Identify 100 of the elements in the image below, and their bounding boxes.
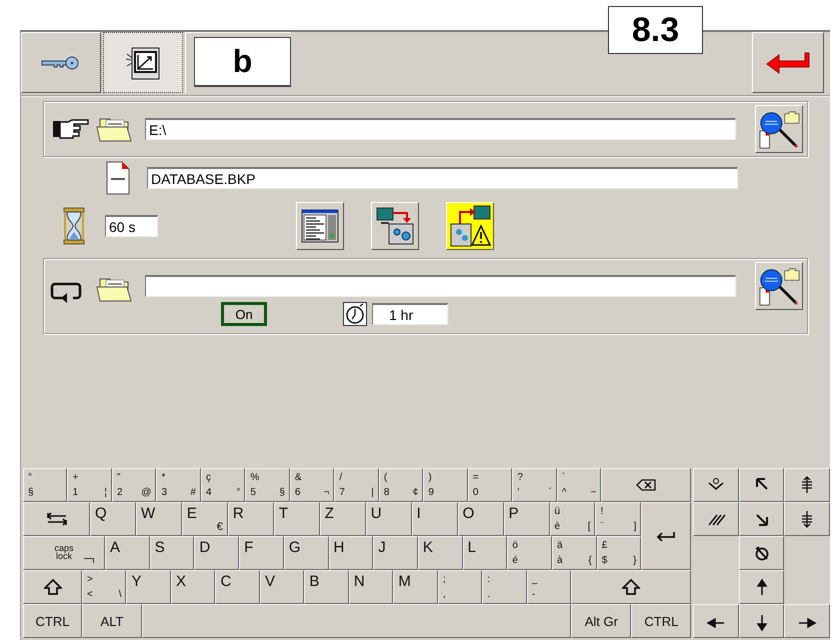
alt-key[interactable]: ALT	[82, 604, 142, 638]
screen-tab[interactable]	[103, 32, 183, 93]
loop-arrow-icon	[50, 281, 82, 303]
enter-icon	[656, 531, 676, 541]
tab[interactable]: b	[185, 32, 291, 93]
key[interactable]: L	[462, 536, 508, 570]
slashes-key[interactable]	[693, 502, 739, 536]
listing-button[interactable]	[296, 202, 344, 250]
key[interactable]: H	[328, 536, 374, 570]
home-key[interactable]	[738, 468, 784, 502]
down-key[interactable]	[738, 604, 784, 638]
ctrl-key[interactable]: CTRL	[631, 604, 692, 638]
key[interactable]: T	[274, 502, 320, 536]
key-tab[interactable]	[21, 32, 101, 93]
tab-key[interactable]	[23, 502, 90, 536]
key[interactable]: ; ,	[438, 570, 482, 604]
up-key[interactable]	[738, 570, 784, 604]
key[interactable]: % 5 §	[245, 468, 290, 502]
key[interactable]: ç 4 °	[200, 468, 246, 502]
controller-to-pc-warning-icon	[448, 204, 492, 248]
version-badge: 8.3	[608, 6, 703, 54]
enter-key[interactable]	[641, 502, 692, 570]
pointing-hand-icon	[52, 118, 90, 140]
key[interactable]: ! ¨ ]	[595, 502, 642, 536]
key[interactable]: N	[348, 570, 394, 604]
compose-key[interactable]	[693, 468, 739, 502]
key[interactable]: £ $ }	[596, 536, 642, 570]
browse-button[interactable]	[755, 105, 803, 153]
key[interactable]: * 3 #	[156, 468, 201, 502]
ctrl-key[interactable]: CTRL	[23, 604, 82, 638]
key[interactable]: ° §	[23, 468, 68, 502]
key[interactable]: Y	[126, 570, 171, 604]
return-arrow-icon	[765, 50, 811, 74]
space-bar[interactable]	[142, 604, 572, 638]
key[interactable]: R	[228, 502, 274, 536]
key[interactable]: F	[239, 536, 284, 570]
document-icon	[106, 161, 130, 195]
key[interactable]: ü è [	[550, 502, 596, 536]
key[interactable]: K	[418, 536, 463, 570]
right-key[interactable]	[784, 604, 830, 638]
key[interactable]: ä à {	[552, 536, 597, 570]
caps-indicator-icon	[84, 558, 94, 563]
timeout-field[interactable]: 60 s	[105, 215, 158, 237]
left-key[interactable]	[693, 604, 739, 638]
key[interactable]: X	[170, 570, 216, 604]
page-up-key[interactable]	[784, 468, 830, 502]
key[interactable]: = 0	[468, 468, 512, 502]
end-key[interactable]	[738, 502, 784, 536]
backspace-key[interactable]	[601, 468, 692, 502]
key[interactable]: E €	[182, 502, 228, 536]
download-warning-button[interactable]	[446, 202, 494, 250]
shift-key[interactable]	[571, 570, 692, 604]
browse-button[interactable]	[755, 262, 803, 310]
key[interactable]: B	[304, 570, 349, 604]
key[interactable]: W	[136, 502, 182, 536]
toggle-button[interactable]: On	[221, 302, 267, 326]
key[interactable]: > < \	[82, 570, 126, 604]
return-button[interactable]	[752, 32, 824, 93]
key[interactable]: & 6 ¬	[290, 468, 334, 502]
key[interactable]: S	[150, 536, 194, 570]
chart-window-icon	[125, 44, 161, 80]
key[interactable]: ( 8 ¢	[378, 468, 424, 502]
caps-lock-key[interactable]: caps lock	[23, 536, 105, 570]
pc-to-controller-icon	[375, 206, 415, 246]
cancel-key[interactable]	[738, 536, 784, 570]
key[interactable]: J	[373, 536, 418, 570]
key[interactable]: O	[458, 502, 504, 536]
key[interactable]: P	[504, 502, 550, 536]
path-field[interactable]: E:\	[145, 118, 736, 140]
alt-gr-key[interactable]: Alt Gr	[571, 604, 632, 638]
backup-path-field[interactable]	[145, 275, 736, 297]
key[interactable]: + 1 ¦	[67, 468, 112, 502]
key[interactable]: D	[194, 536, 240, 570]
key[interactable]: _ -	[526, 570, 572, 604]
key[interactable]: U	[366, 502, 412, 536]
key[interactable]: C	[215, 570, 260, 604]
key[interactable]: Z	[320, 502, 366, 536]
hourglass-icon	[63, 207, 85, 245]
key[interactable]: ? ' ´	[512, 468, 557, 502]
shift-icon	[44, 579, 62, 595]
shift-icon	[622, 579, 640, 595]
key[interactable]: ) 9	[423, 468, 468, 502]
key[interactable]: Q	[90, 502, 136, 536]
key[interactable]: M	[393, 570, 438, 604]
key[interactable]: A	[105, 536, 150, 570]
key[interactable]: I	[412, 502, 458, 536]
page-down-key[interactable]	[784, 502, 830, 536]
backspace-icon	[636, 479, 656, 491]
key[interactable]: ` ^ ~	[556, 468, 602, 502]
key[interactable]: ö é	[507, 536, 552, 570]
shift-key[interactable]	[23, 570, 82, 604]
stopwatch-icon	[343, 302, 367, 326]
interval-field[interactable]: 1 hr	[372, 303, 448, 325]
key[interactable]: / 7 |	[334, 468, 379, 502]
key[interactable]: G	[284, 536, 329, 570]
upload-button[interactable]	[371, 202, 419, 250]
key[interactable]: " 2 @	[112, 468, 156, 502]
key[interactable]: V	[260, 570, 304, 604]
file-name-field[interactable]: DATABASE.BKP	[147, 167, 738, 189]
key[interactable]: : .	[482, 570, 527, 604]
